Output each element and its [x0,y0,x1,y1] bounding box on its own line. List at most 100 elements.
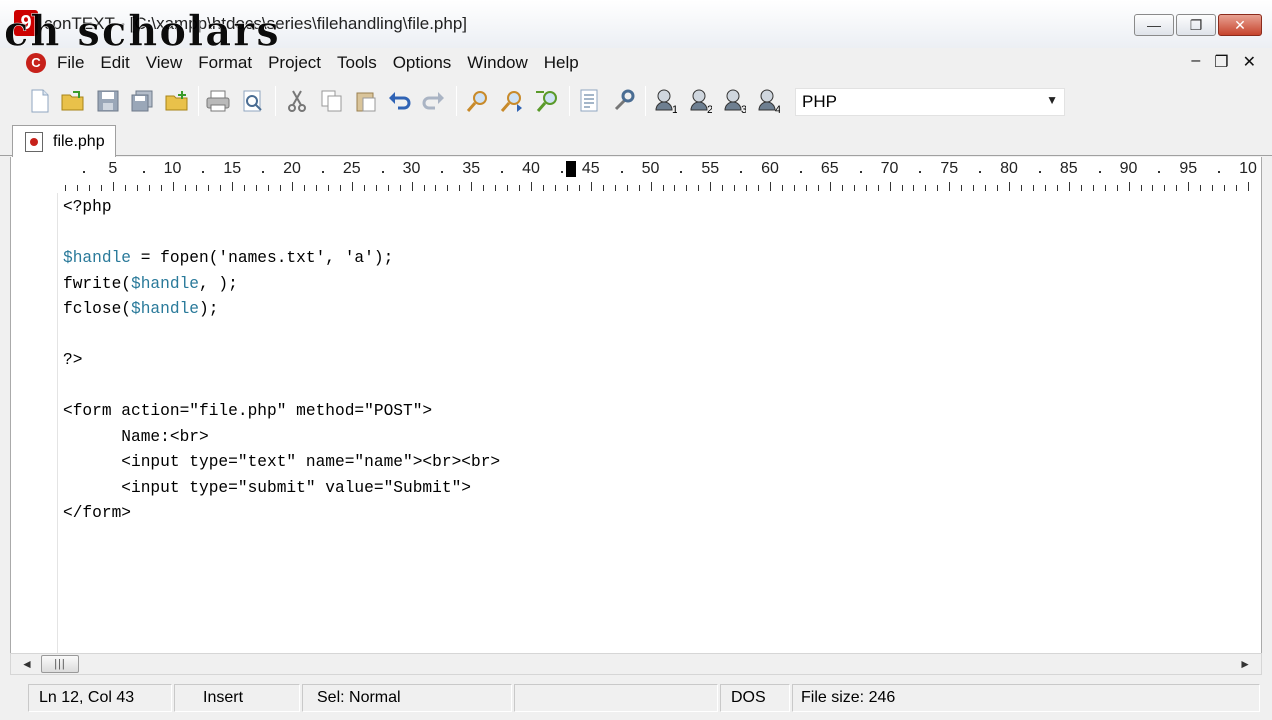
ruler-tick [208,185,210,191]
status-bar: Ln 12, Col 43 Insert Sel: Normal DOS Fil… [0,678,1272,720]
document-menu-icon[interactable]: C [26,53,46,73]
document-restore-button[interactable]: ❐ [1214,52,1228,72]
ruler-dot [1098,171,1101,173]
ruler-tick [662,185,664,191]
ruler-tick [1164,185,1166,191]
scroll-left-arrow-icon[interactable]: ◄ [21,657,33,671]
ruler-tick [268,185,270,191]
save-all-icon[interactable] [130,89,154,113]
find-next-icon[interactable] [500,89,524,113]
ruler-tick [399,185,401,191]
ruler-tick [841,185,843,191]
save-icon[interactable] [96,89,120,113]
ruler-tick [483,185,485,191]
print-icon[interactable] [206,89,230,113]
new-file-icon[interactable] [28,89,52,113]
ruler-tick [339,185,341,191]
minimize-button[interactable]: — [1134,14,1174,36]
code-editor[interactable]: <?php $handle = fopen('names.txt', 'a'); f… [10,193,1262,653]
ruler-tick [925,185,927,191]
ruler-tick [172,182,174,191]
menu-window[interactable]: Window [467,53,527,73]
ruler-dot [919,171,922,173]
file-compare-icon[interactable] [578,89,602,113]
undo-icon[interactable] [388,89,412,113]
ruler-tick [543,185,544,191]
toolbar-separator [645,86,646,116]
code-line: </form> [63,504,131,522]
ruler-tick [1092,185,1094,191]
ruler-tick [793,185,795,191]
status-selection-mode: Sel: Normal [302,684,512,712]
ruler-tick [88,185,90,191]
ruler-dot [142,171,145,173]
menu-items: File Edit View Format Project Tools Options Win… [57,53,595,73]
ruler-tick [411,182,413,191]
open-folder-icon[interactable] [165,89,189,113]
menu-tools[interactable]: Tools [337,53,377,73]
maximize-button[interactable]: ❐ [1176,14,1216,36]
document-minimize-button[interactable]: – [1191,52,1200,72]
ruler-tick [1224,185,1226,191]
ruler-dot [799,171,802,173]
ruler-tick [184,185,186,191]
menu-help[interactable]: Help [544,53,579,73]
dropdown-arrow-icon[interactable]: ▼ [1046,93,1058,107]
user-command-2-icon[interactable]: 2 [688,89,712,114]
replace-icon[interactable] [534,89,558,113]
ruler-tick [913,185,915,191]
menu-view[interactable]: View [146,53,183,73]
print-preview-icon[interactable] [241,89,265,113]
user-command-4-icon[interactable]: 4 [756,89,780,114]
ruler-dot [262,171,265,173]
scrollbar-thumb[interactable]: ||| [41,655,79,673]
code-content[interactable]: <?php $handle = fopen('names.txt', 'a'); f… [63,195,500,527]
svg-text:1: 1 [672,104,677,114]
ruler-tick [1128,182,1130,191]
toolbar-separator [569,86,570,116]
column-ruler: 5 10 15 20 25 30 35 40 45 50 55 60 65 70 75 80 85 90 95 10 [10,157,1262,193]
ruler-number: 70 [880,160,899,177]
code-line: ?> [63,351,83,369]
document-close-button[interactable]: ✕ [1243,52,1256,72]
ruler-dot [560,171,563,173]
menu-format[interactable]: Format [198,53,252,73]
svg-text:2: 2 [707,104,712,114]
menu-options[interactable]: Options [393,53,452,73]
ruler-tick [770,182,772,191]
tools-icon[interactable] [612,89,636,113]
scroll-right-arrow-icon[interactable]: ► [1239,657,1251,671]
user-command-1-icon[interactable]: 1 [653,89,677,114]
find-icon[interactable] [466,89,490,113]
menu-file[interactable]: File [57,53,84,73]
toolbar-separator [275,86,276,116]
copy-icon[interactable] [320,89,344,113]
menu-project[interactable]: Project [268,53,321,73]
editor-gutter [11,193,58,653]
paste-icon[interactable] [354,89,378,113]
close-button[interactable]: ✕ [1218,14,1262,36]
ruler-tick [148,185,150,191]
horizontal-scrollbar[interactable]: ◄ ||| ► [10,653,1262,675]
user-command-3-icon[interactable]: 3 [722,89,746,114]
ruler-tick [877,185,879,191]
tab-file-php[interactable]: file.php [12,125,116,157]
ruler-tick [829,182,831,191]
toolbar: 1 2 3 4 PHP ▼ [0,80,1272,122]
ruler-tick [363,185,365,191]
cut-icon[interactable] [285,89,309,113]
ruler-number: 45 [581,160,600,177]
ruler-number: 55 [701,160,720,177]
open-file-icon[interactable] [61,89,85,113]
ruler-tick [985,185,987,191]
ruler-dot [202,171,205,173]
ruler-cursor-marker [566,161,576,177]
language-select[interactable]: PHP ▼ [795,88,1065,116]
redo-icon[interactable] [421,89,445,113]
menu-edit[interactable]: Edit [100,53,129,73]
ruler-tick [973,185,975,191]
ruler-tick [292,182,294,191]
status-empty [514,684,718,712]
